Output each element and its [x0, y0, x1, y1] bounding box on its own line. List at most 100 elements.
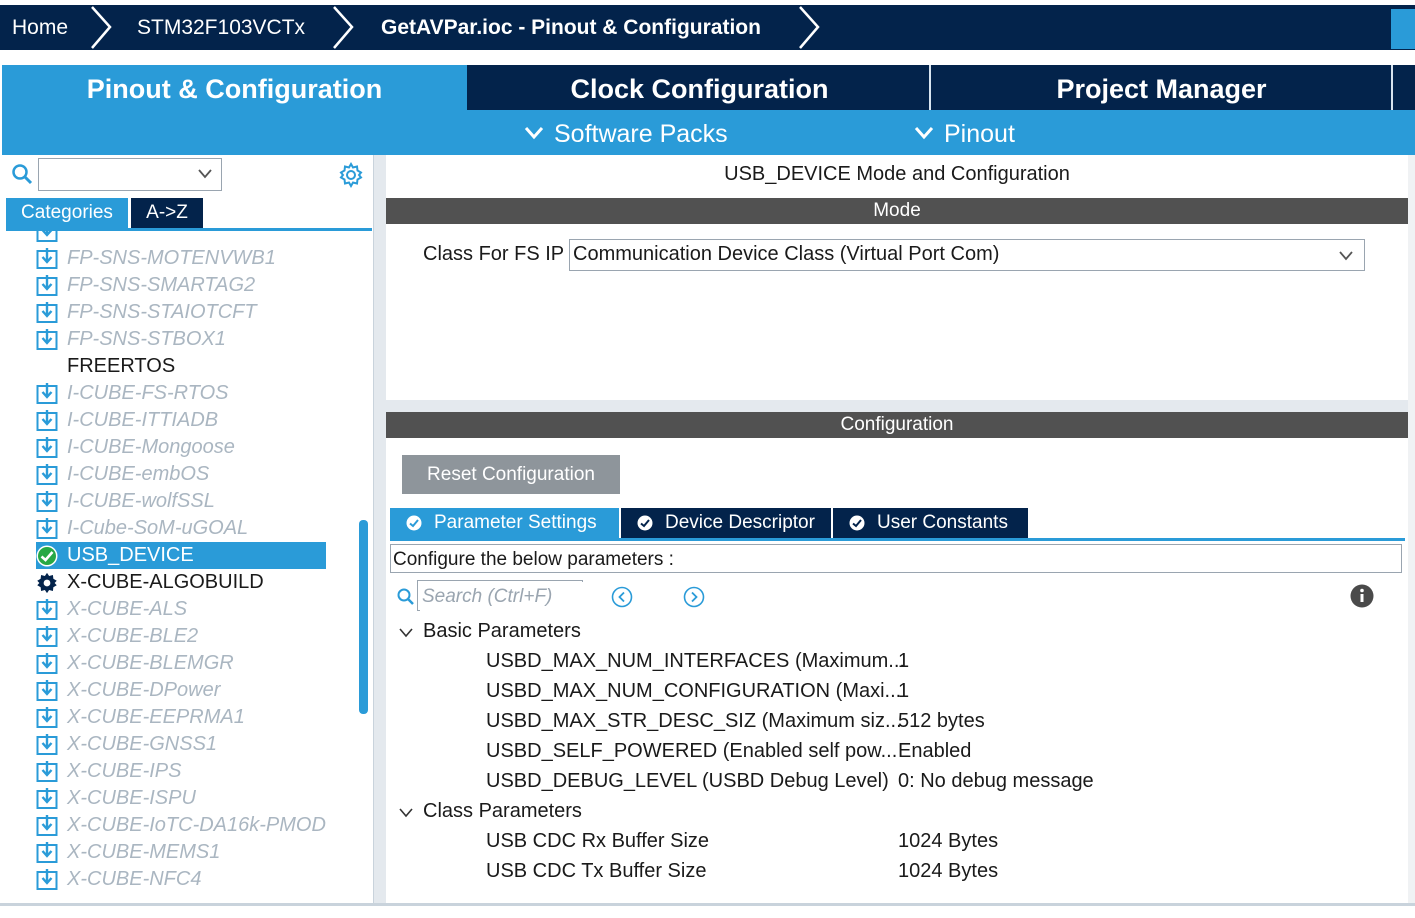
download-icon: [36, 231, 58, 243]
chevron-down-icon: [198, 169, 212, 179]
gear-icon[interactable]: [338, 162, 364, 188]
configuration-tabs-underline: [390, 538, 1405, 541]
tab-categories[interactable]: Categories: [6, 198, 128, 228]
parameter-name: USBD_SELF_POWERED (Enabled self pow...: [486, 740, 898, 762]
chevron-right-icon: [333, 6, 354, 49]
tree-item-label: FP-SNS-SMARTAG2: [67, 274, 256, 296]
download-icon: [36, 869, 58, 891]
check-circle-icon: [637, 515, 653, 531]
tree-item-label: X-CUBE-BLEMGR: [67, 652, 234, 674]
software-packs-menu[interactable]: Software Packs: [524, 110, 728, 155]
panel-title: USB_DEVICE Mode and Configuration: [724, 163, 1070, 185]
tree-item-label: FP-SNS-MOTENVWB1: [67, 247, 276, 269]
parameter-name: USBD_DEBUG_LEVEL (USBD Debug Level): [486, 770, 889, 792]
download-icon: [36, 707, 58, 729]
tree-item-label: FP-SNS-STBOX1: [67, 328, 226, 350]
search-icon: [397, 588, 414, 605]
tab-user-constants[interactable]: User Constants: [833, 508, 1028, 538]
class-for-fs-ip-value: Communication Device Class (Virtual Port…: [573, 243, 1000, 265]
download-icon: [36, 788, 58, 810]
chevron-right-icon: [91, 6, 112, 49]
tree-item-label: I-CUBE-Mongoose: [67, 436, 235, 458]
chevron-down-icon: [1339, 251, 1353, 261]
chevron-down-icon: [524, 127, 544, 140]
parameter-value: Enabled: [898, 740, 972, 762]
tab-parameter-settings[interactable]: Parameter Settings: [390, 508, 619, 538]
chevron-down-icon: [914, 127, 934, 140]
section-gap: [386, 400, 1408, 412]
check-circle-icon: [36, 545, 58, 567]
tree-item-label: X-CUBE-IPS: [67, 760, 182, 782]
download-icon: [36, 491, 58, 513]
tree-item-label: FREERTOS: [67, 355, 176, 377]
search-combo[interactable]: [38, 158, 222, 191]
breadcrumb-end-marker: [1391, 9, 1415, 49]
parameter-name: USBD_MAX_NUM_INTERFACES (Maximum...: [486, 650, 905, 672]
tree-scrollbar[interactable]: [359, 520, 368, 714]
breadcrumb-device[interactable]: STM32F103VCTx: [137, 5, 305, 50]
reset-configuration-button[interactable]: Reset Configuration: [402, 455, 620, 494]
panel-splitter[interactable]: [374, 155, 386, 903]
tab-divider: [1391, 65, 1393, 110]
download-icon: [36, 761, 58, 783]
breadcrumb-home[interactable]: Home: [12, 5, 68, 50]
configure-note: Configure the below parameters :: [390, 544, 1402, 573]
check-circle-icon: [406, 515, 422, 531]
tree-item-label: X-CUBE-BLE2: [67, 625, 199, 647]
download-icon: [36, 437, 58, 459]
component-tree: FP-SNS-MOTENVWB1 FP-SNS-SMARTAG2 FP-SNS-ST…: [2, 231, 357, 903]
tree-item-label: FP-SNS-STAIOTCFT: [67, 301, 257, 323]
tree-item-label: X-CUBE-ALGOBUILD: [67, 571, 264, 593]
download-icon: [36, 275, 58, 297]
tab-label: Parameter Settings: [434, 512, 597, 533]
search-next-icon[interactable]: [683, 586, 705, 608]
class-for-fs-ip-select[interactable]: Communication Device Class (Virtual Port…: [569, 239, 1365, 271]
tree-item-label: I-CUBE-ITTIADB: [67, 409, 219, 431]
tree-item-label: X-CUBE-MEMS1: [67, 841, 221, 863]
tab-label: Device Descriptor: [665, 512, 815, 533]
left-panel: Categories A->Z FP-SNS-MOTENVWB1 FP-SNS-S…: [2, 155, 374, 903]
parameter-value: 512 bytes: [898, 710, 985, 732]
gear-icon: [36, 572, 58, 594]
parameter-name: USBD_MAX_STR_DESC_SIZ (Maximum siz...: [486, 710, 902, 732]
configuration-header: Configuration: [386, 412, 1408, 438]
tree-item-label: X-CUBE-EEPRMA1: [67, 706, 245, 728]
search-previous-icon[interactable]: [611, 586, 633, 608]
pinout-menu[interactable]: Pinout: [914, 110, 1015, 155]
pinout-label: Pinout: [944, 120, 1015, 148]
mode-header: Mode: [386, 198, 1408, 224]
tree-item-label: X-CUBE-ISPU: [67, 787, 196, 809]
download-icon: [36, 734, 58, 756]
tab-pinout-configuration[interactable]: Pinout & Configuration: [2, 65, 467, 110]
tree-item-label: USB_DEVICE: [67, 544, 194, 566]
parameter-search-box: [417, 580, 584, 611]
download-icon: [36, 518, 58, 540]
download-icon: [36, 626, 58, 648]
tab-clock-configuration[interactable]: Clock Configuration: [469, 65, 930, 110]
tree-item-label: X-CUBE-DPower: [67, 679, 221, 701]
tab-device-descriptor[interactable]: Device Descriptor: [621, 508, 831, 538]
tab-project-manager[interactable]: Project Manager: [931, 65, 1392, 110]
software-packs-label: Software Packs: [554, 120, 728, 148]
chevron-down-icon: [399, 628, 413, 638]
search-icon[interactable]: [11, 163, 33, 185]
breadcrumb: Home STM32F103VCTx GetAVPar.ioc - Pinout…: [0, 5, 1415, 50]
parameter-value: 0: No debug message: [898, 770, 1094, 792]
chevron-right-icon: [799, 6, 820, 49]
download-icon: [36, 680, 58, 702]
tab-a-to-z[interactable]: A->Z: [131, 198, 203, 228]
parameter-group-label: Class Parameters: [423, 800, 582, 822]
parameter-search-input[interactable]: [420, 582, 584, 611]
download-icon: [36, 599, 58, 621]
main-tabs: Pinout & Configuration Clock Configurati…: [2, 65, 1415, 110]
tree-item[interactable]: USB_DEVICE: [36, 542, 326, 569]
download-icon: [36, 329, 58, 351]
breadcrumb-file[interactable]: GetAVPar.ioc - Pinout & Configuration: [381, 5, 761, 50]
sub-menu-bar: Software Packs Pinout: [2, 110, 1415, 155]
bottom-border: [0, 903, 1415, 906]
tree-item-label: I-CUBE-embOS: [67, 463, 210, 485]
info-icon[interactable]: [1350, 584, 1374, 608]
download-icon: [36, 248, 58, 270]
tree-item-label: X-CUBE-GNSS1: [67, 733, 218, 755]
download-icon: [36, 383, 58, 405]
